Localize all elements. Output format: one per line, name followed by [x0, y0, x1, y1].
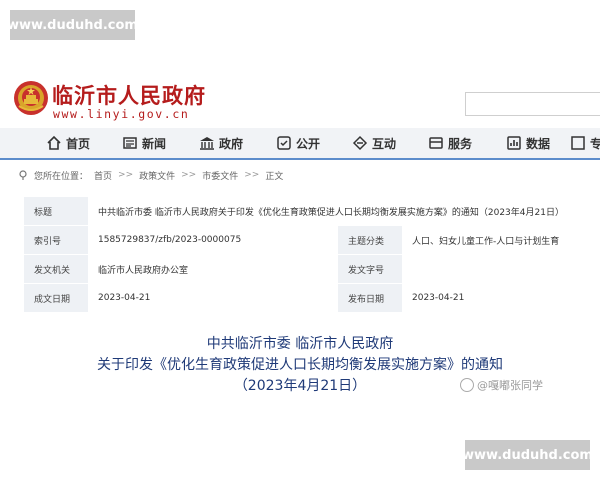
nav-item-data[interactable]: 数据: [506, 128, 550, 158]
publicity-icon: [277, 136, 291, 150]
breadcrumb-item-home[interactable]: 首页: [94, 169, 112, 182]
created-date-value: 2023-04-21: [88, 283, 338, 312]
nav-item-home[interactable]: 首页: [46, 128, 90, 158]
breadcrumb-separator: >>: [118, 170, 134, 180]
breadcrumb-separator: >>: [244, 170, 260, 180]
nav-label: 政府: [219, 136, 244, 151]
index-label: 索引号: [24, 225, 88, 255]
nav-item-publicity[interactable]: 公开: [276, 128, 320, 158]
site-url: www.linyi.gov.cn: [53, 107, 190, 121]
nav-label: 首页: [66, 136, 91, 151]
nav-label: 公开: [296, 136, 321, 151]
table-row: 成文日期 2023-04-21 发布日期 2023-04-21: [24, 283, 600, 312]
site-name[interactable]: 临沂市人民政府: [52, 80, 206, 110]
issuer-label: 发文机关: [24, 254, 88, 284]
nav-label: 数据: [526, 136, 551, 151]
nav-label: 新闻: [142, 136, 167, 151]
main-nav: 首页 新闻 政府 公开 互动 服务 数据 专: [0, 128, 600, 160]
issuer-value: 临沂市人民政府办公室: [88, 254, 338, 284]
nav-item-topic[interactable]: 专: [570, 128, 600, 158]
nav-item-news[interactable]: 新闻: [122, 128, 166, 158]
service-icon: [429, 137, 443, 149]
table-row: 发文机关 临沂市人民政府办公室 发文字号: [24, 254, 600, 284]
docno-label: 发文字号: [338, 254, 402, 284]
search-input[interactable]: [465, 92, 600, 116]
created-date-label: 成文日期: [24, 283, 88, 312]
published-date-label: 发布日期: [338, 283, 402, 312]
published-date-value: 2023-04-21: [402, 283, 600, 312]
site-header: 临沂市人民政府 www.linyi.gov.cn: [0, 66, 600, 128]
document-info-table: 标题 中共临沂市委 临沂市人民政府关于印发《优化生育政策促进人口长期均衡发展实施…: [24, 196, 600, 312]
topic-label: 主题分类: [338, 225, 402, 255]
breadcrumb: 您所在位置： 首页 >> 政策文件 >> 市委文件 >> 正文: [18, 168, 283, 182]
watermark-top: www.duduhd.com: [7, 10, 138, 40]
news-icon: [123, 137, 137, 149]
topic-icon: [571, 136, 585, 150]
breadcrumb-prefix: 您所在位置：: [34, 171, 89, 182]
nav-item-government[interactable]: 政府: [199, 128, 243, 158]
government-icon: [200, 137, 214, 150]
location-icon: [19, 170, 27, 180]
topic-value: 人口、妇女儿童工作-人口与计划生育: [402, 225, 600, 255]
data-icon: [507, 136, 521, 150]
source-logo-icon: [460, 378, 474, 392]
nav-label: 专: [590, 136, 600, 151]
interaction-icon: [352, 135, 368, 151]
title-label: 标题: [24, 196, 88, 226]
nav-item-interaction[interactable]: 互动: [352, 128, 396, 158]
breadcrumb-item-committee[interactable]: 市委文件: [202, 169, 238, 182]
watermark-bottom: www.duduhd.com: [462, 440, 593, 470]
title-value: 中共临沂市委 临沂市人民政府关于印发《优化生育政策促进人口长期均衡发展实施方案》…: [88, 196, 600, 226]
source-tag-text: @嘎嘟张同学: [477, 379, 543, 392]
index-value: 1585729837/zfb/2023-0000075: [88, 225, 338, 255]
document-title-line1: 中共临沂市委 临沂市人民政府: [206, 336, 394, 352]
breadcrumb-separator: >>: [181, 170, 197, 180]
breadcrumb-item-policy[interactable]: 政策文件: [139, 169, 175, 182]
nav-label: 服务: [448, 136, 473, 151]
breadcrumb-item-current: 正文: [265, 171, 284, 182]
docno-value: [402, 254, 600, 284]
nav-item-service[interactable]: 服务: [428, 128, 472, 158]
source-tag: @嘎嘟张同学: [460, 377, 543, 393]
national-emblem-icon[interactable]: [13, 80, 49, 116]
document-title-line2: 关于印发《优化生育政策促进人口长期均衡发展实施方案》的通知: [97, 357, 503, 373]
home-icon: [47, 135, 61, 150]
table-row: 索引号 1585729837/zfb/2023-0000075 主题分类 人口、…: [24, 225, 600, 255]
nav-label: 互动: [372, 136, 397, 151]
table-row: 标题 中共临沂市委 临沂市人民政府关于印发《优化生育政策促进人口长期均衡发展实施…: [24, 196, 600, 226]
